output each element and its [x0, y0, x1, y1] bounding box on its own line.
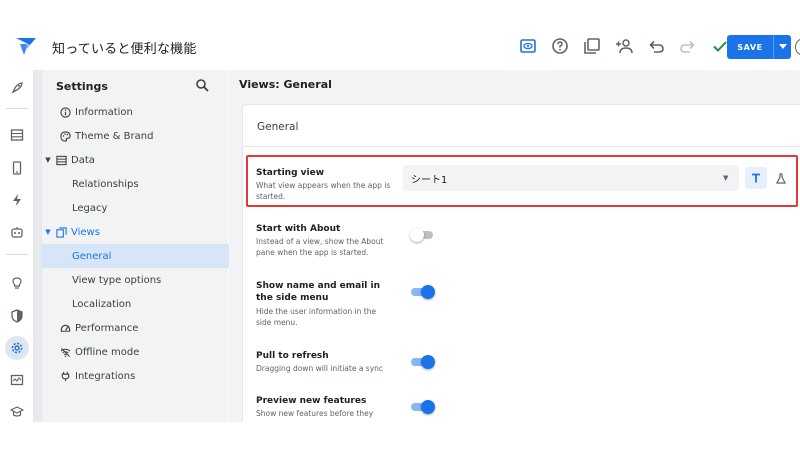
pull-to-refresh-toggle[interactable] — [411, 355, 435, 369]
wifi-off-icon — [58, 345, 72, 359]
chevron-down-icon[interactable]: ▼ — [42, 156, 54, 164]
bottom-margin — [0, 422, 800, 450]
page-title: Views: General — [239, 78, 332, 91]
bulb-icon[interactable] — [5, 271, 29, 295]
sidebar-item-label: Legacy — [72, 202, 108, 214]
setting-label: Start with About — [256, 224, 341, 234]
toggle-knob — [421, 355, 435, 369]
sidebar-item-label: Data — [71, 154, 95, 166]
sidebar-resize-handle[interactable] — [34, 70, 41, 422]
rocket-icon[interactable] — [5, 76, 29, 100]
shield-icon[interactable] — [5, 304, 29, 328]
bot-icon[interactable] — [5, 220, 29, 244]
sidebar-item-label: Offline mode — [75, 346, 140, 358]
monitor-icon[interactable] — [5, 368, 29, 392]
setting-label: Preview new features — [256, 396, 367, 406]
bolt-icon[interactable] — [5, 188, 29, 212]
gear-icon[interactable] — [5, 336, 29, 360]
table-icon[interactable] — [5, 123, 29, 147]
show-name-email-toggle[interactable] — [411, 285, 435, 299]
setting-description: Show new features before they — [256, 409, 374, 418]
table-icon — [54, 153, 68, 167]
undo-icon[interactable] — [644, 34, 668, 58]
help-icon[interactable] — [548, 34, 572, 58]
sidebar-item-label: Views — [71, 226, 100, 238]
save-button-label: SAVE — [737, 42, 763, 52]
info-icon — [58, 105, 72, 119]
views-icon — [54, 225, 68, 239]
setting-description: Hide the user information in the side me… — [256, 307, 377, 327]
sidebar-item-label: Performance — [75, 322, 139, 334]
sidebar-item-label: Integrations — [75, 370, 136, 382]
sidebar-item-relationships[interactable]: Relationships — [42, 172, 229, 196]
sidebar-item-data[interactable]: ▼ Data — [42, 148, 229, 172]
toolbar-icons — [516, 34, 740, 58]
palette-icon — [58, 129, 72, 143]
settings-sidebar: Settings Information Theme & Brand ▼ Dat… — [41, 70, 229, 422]
sidebar-item-performance[interactable]: Performance — [42, 316, 229, 340]
sidebar-item-label: General — [72, 250, 112, 262]
sidebar-item-legacy[interactable]: Legacy — [42, 196, 229, 220]
sidebar-item-label: Theme & Brand — [75, 130, 154, 142]
sidebar-item-theme-brand[interactable]: Theme & Brand — [42, 124, 229, 148]
plug-icon — [58, 369, 72, 383]
app-window: 知っていると便利な機能 SAVE Settings Information Th… — [0, 0, 800, 450]
rail-divider — [6, 108, 28, 109]
account-circle-icon[interactable] — [795, 38, 800, 56]
sidebar-item-label: Relationships — [72, 178, 139, 190]
add-person-icon[interactable] — [612, 34, 636, 58]
appsheet-logo — [16, 38, 36, 55]
preview-new-features-toggle[interactable] — [411, 400, 435, 414]
preview-icon[interactable] — [516, 34, 540, 58]
sidebar-item-information[interactable]: Information — [42, 100, 229, 124]
setting-description: Instead of a view, show the About pane w… — [256, 237, 384, 257]
starting-view-highlight — [246, 155, 798, 207]
sidebar-item-view-type-options[interactable]: View type options — [42, 268, 229, 292]
toggle-knob — [410, 228, 424, 242]
sidebar-item-label: Information — [75, 106, 133, 118]
setting-label: Show name and email in the side menu — [256, 281, 381, 303]
sidebar-item-localization[interactable]: Localization — [42, 292, 229, 316]
school-icon[interactable] — [5, 400, 29, 424]
save-button[interactable]: SAVE — [727, 35, 791, 59]
sidebar-title: Settings — [56, 80, 108, 93]
toggle-knob — [421, 400, 435, 414]
setting-description: Dragging down will initiate a sync — [256, 364, 384, 373]
panel-header: General — [243, 105, 800, 147]
sidebar-item-general[interactable]: General — [42, 244, 229, 268]
sidebar-item-label: Localization — [72, 298, 132, 310]
sidebar-item-offline-mode[interactable]: Offline mode — [42, 340, 229, 364]
mobile-icon[interactable] — [5, 156, 29, 180]
general-settings-panel: General Starting view What view appears … — [242, 104, 800, 434]
top-bar: 知っていると便利な機能 SAVE — [0, 22, 800, 70]
app-title: 知っていると便利な機能 — [52, 42, 197, 57]
left-rail — [0, 70, 34, 422]
copy-icon[interactable] — [580, 34, 604, 58]
save-options-chevron-icon[interactable] — [774, 44, 791, 50]
search-icon[interactable] — [195, 78, 209, 92]
redo-icon[interactable] — [676, 34, 700, 58]
sidebar-item-integrations[interactable]: Integrations — [42, 364, 229, 388]
toggle-knob — [421, 285, 435, 299]
chevron-down-icon[interactable]: ▼ — [42, 228, 54, 236]
start-with-about-toggle[interactable] — [410, 228, 433, 242]
setting-label: Pull to refresh — [256, 351, 329, 361]
rail-divider — [6, 254, 28, 255]
sidebar-item-label: View type options — [72, 274, 162, 286]
sidebar-item-views[interactable]: ▼ Views — [42, 220, 229, 244]
speed-icon — [58, 321, 72, 335]
panel-title: General — [257, 121, 299, 133]
